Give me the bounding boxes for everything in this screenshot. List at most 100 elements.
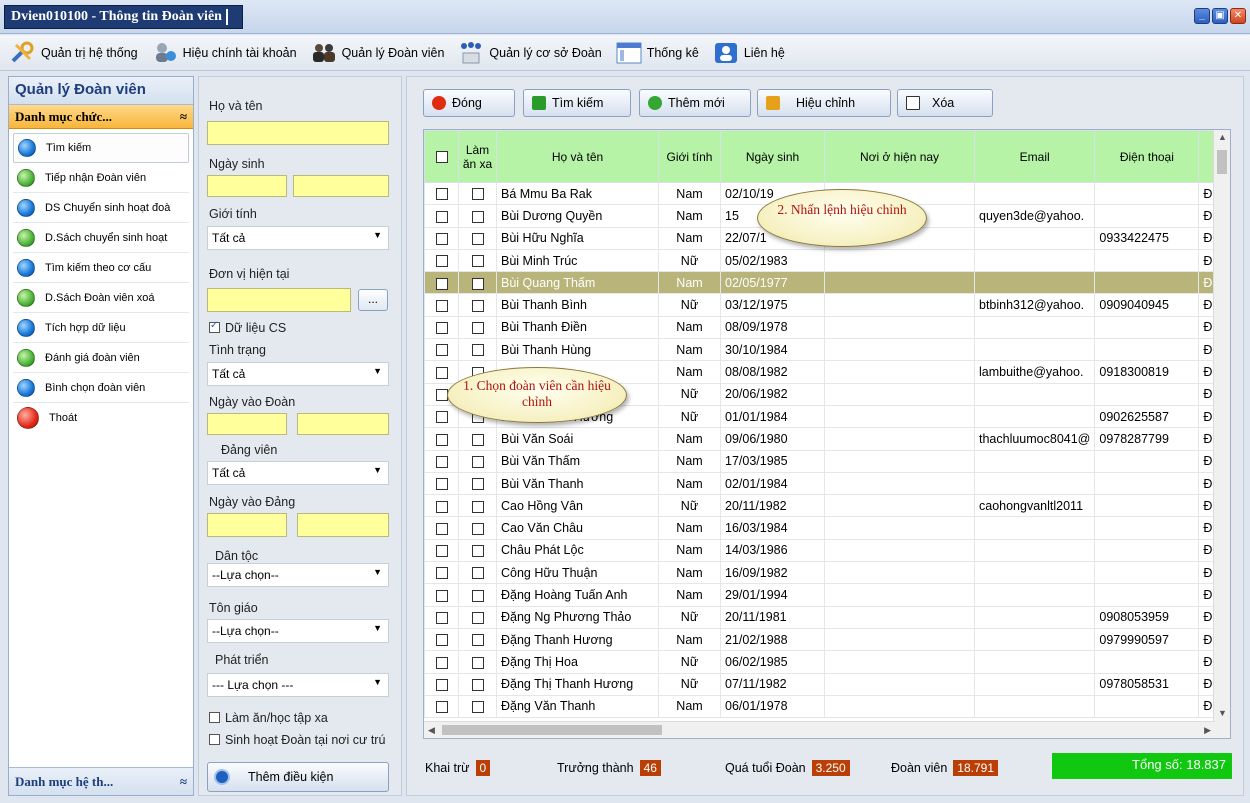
row-lam-an-xa-checkbox[interactable] <box>458 627 497 652</box>
horizontal-scrollbar[interactable]: ◀ ▶ <box>424 721 1215 738</box>
search-button[interactable]: Tìm kiếm <box>523 89 631 117</box>
ho-ten-input[interactable] <box>207 121 389 145</box>
table-row[interactable]: Bùi Thanh Hùng Nam 30/10/1984 Đ <box>424 338 1220 362</box>
row-select-checkbox[interactable] <box>424 516 459 540</box>
row-select-checkbox[interactable] <box>424 248 459 273</box>
table-row[interactable]: Bùi Văn Soái Nam 09/06/1980 thachluumoc8041… <box>424 427 1220 451</box>
row-select-checkbox[interactable] <box>424 538 459 563</box>
row-lam-an-xa-checkbox[interactable] <box>458 494 497 518</box>
row-lam-an-xa-checkbox[interactable] <box>458 583 497 607</box>
row-select-checkbox[interactable] <box>424 360 459 384</box>
menu-thong-ke[interactable]: Thống kê <box>616 41 699 65</box>
row-lam-an-xa-checkbox[interactable] <box>458 471 497 496</box>
maximize-button[interactable]: ▣ <box>1212 8 1228 24</box>
table-row[interactable]: Đặng Thanh Hương Nam 21/02/1988 0979990597 Đ <box>424 627 1220 652</box>
ngay-vao-doan-to-input[interactable] <box>297 413 389 435</box>
column-ngay-sinh[interactable]: Ngày sinh <box>720 130 825 183</box>
menu-quan-tri[interactable]: Quản trị hệ thống <box>10 41 138 65</box>
row-select-checkbox[interactable] <box>424 204 459 228</box>
table-row[interactable]: Cao Hồng Vân Nữ 20/11/1982 caohongvanltl201… <box>424 494 1220 518</box>
row-lam-an-xa-checkbox[interactable] <box>458 672 497 696</box>
lam-an-xa-checkbox[interactable]: Làm ăn/học tập xa <box>209 711 328 725</box>
row-lam-an-xa-checkbox[interactable] <box>458 204 497 228</box>
add-condition-button[interactable]: Thêm điều kiện <box>207 762 389 792</box>
don-vi-input[interactable] <box>207 288 351 312</box>
dang-vien-select[interactable]: Tất cả ▼ <box>207 461 389 485</box>
sidebar-item-danh-gia[interactable]: Đánh giá đoàn viên <box>13 343 189 373</box>
scroll-thumb[interactable] <box>442 725 662 735</box>
table-row[interactable]: Đặng Ng Phương Thảo Nữ 20/11/1981 090805395… <box>424 605 1220 629</box>
table-row[interactable]: Bùi Minh Trúc Nữ 05/02/1983 Đ <box>424 248 1220 273</box>
menu-quan-ly-doan-vien[interactable]: Quản lý Đoàn viên <box>311 41 444 65</box>
table-row[interactable]: Cao Văn Châu Nam 16/03/1984 Đ <box>424 516 1220 540</box>
row-lam-an-xa-checkbox[interactable] <box>458 650 497 674</box>
table-row[interactable]: Đặng Thị Hoa Nữ 06/02/1985 Đ <box>424 650 1220 674</box>
sidebar-item-ds-chuyen-sinh-hoat[interactable]: DS Chuyển sinh hoạt đoà <box>13 193 189 223</box>
row-lam-an-xa-checkbox[interactable] <box>458 561 497 585</box>
ngay-vao-dang-to-input[interactable] <box>297 513 389 537</box>
row-select-checkbox[interactable] <box>424 427 459 451</box>
table-row[interactable]: Đặng Văn Thanh Nam 06/01/1978 Đ <box>424 694 1220 719</box>
row-select-checkbox[interactable] <box>424 694 459 719</box>
row-lam-an-xa-checkbox[interactable] <box>458 449 497 473</box>
row-lam-an-xa-checkbox[interactable] <box>458 181 497 206</box>
sidebar-item-doan-vien-xoa[interactable]: D.Sách Đoàn viên xoá <box>13 283 189 313</box>
table-row[interactable]: Bùi Văn Thanh Nam 02/01/1984 Đ <box>424 471 1220 496</box>
row-select-checkbox[interactable] <box>424 293 459 317</box>
row-lam-an-xa-checkbox[interactable] <box>458 516 497 540</box>
ngay-vao-dang-from-input[interactable] <box>207 513 287 537</box>
row-select-checkbox[interactable] <box>424 672 459 696</box>
browse-don-vi-button[interactable]: ... <box>358 289 388 311</box>
sidebar-item-tiep-nhan[interactable]: Tiếp nhận Đoàn viên <box>13 163 189 193</box>
table-row[interactable]: Đặng Hoàng Tuấn Anh Nam 29/01/1994 Đ <box>424 583 1220 607</box>
select-all-checkbox[interactable] <box>424 130 459 183</box>
menu-lien-he[interactable]: Liên hệ <box>713 41 785 65</box>
table-row[interactable]: Đặng Thị Thanh Hương Nữ 07/11/1982 09780585… <box>424 672 1220 696</box>
row-lam-an-xa-checkbox[interactable] <box>458 271 497 295</box>
close-button[interactable]: Đóng <box>423 89 515 117</box>
dan-toc-select[interactable]: --Lựa chọn-- ▼ <box>207 563 389 587</box>
row-lam-an-xa-checkbox[interactable] <box>458 248 497 273</box>
menu-quan-ly-co-so[interactable]: Quản lý cơ sở Đoàn <box>458 41 602 65</box>
sidebar-item-binh-chon[interactable]: Bình chọn đoàn viên <box>13 373 189 403</box>
row-select-checkbox[interactable] <box>424 471 459 496</box>
row-lam-an-xa-checkbox[interactable] <box>458 538 497 563</box>
table-row[interactable]: Bùi Quang Thấm Nam 02/05/1977 Đ <box>424 271 1220 295</box>
row-select-checkbox[interactable] <box>424 449 459 473</box>
ngay-vao-doan-from-input[interactable] <box>207 413 287 435</box>
delete-button[interactable]: Xóa <box>897 89 993 117</box>
sidebar-item-dsach-chuyen-sinh-hoat[interactable]: D.Sách chuyển sinh hoạt <box>13 223 189 253</box>
row-select-checkbox[interactable] <box>424 226 459 250</box>
sidebar-group-header[interactable]: Danh mục chức... ≈ <box>9 105 193 129</box>
row-lam-an-xa-checkbox[interactable] <box>458 338 497 362</box>
row-select-checkbox[interactable] <box>424 627 459 652</box>
sidebar-item-tim-kiem[interactable]: Tìm kiếm <box>13 133 189 163</box>
sinh-hoat-noi-cu-tru-checkbox[interactable]: Sinh hoạt Đoàn tại nơi cư trú <box>209 733 385 747</box>
row-lam-an-xa-checkbox[interactable] <box>458 605 497 629</box>
phat-trien-select[interactable]: --- Lựa chọn --- ▼ <box>207 673 389 697</box>
column-lam-an-xa[interactable]: Làm ăn xa <box>458 130 497 183</box>
table-row[interactable]: Công Hữu Thuận Nam 16/09/1982 Đ <box>424 561 1220 585</box>
ton-giao-select[interactable]: --Lựa chọn-- ▼ <box>207 619 389 643</box>
row-select-checkbox[interactable] <box>424 338 459 362</box>
ngay-sinh-from-input[interactable] <box>207 175 287 197</box>
row-lam-an-xa-checkbox[interactable] <box>458 694 497 719</box>
row-select-checkbox[interactable] <box>424 583 459 607</box>
edit-button[interactable]: Hiệu chỉnh <box>757 89 891 117</box>
gioi-tinh-select[interactable]: Tất cả ▼ <box>207 226 389 250</box>
table-row[interactable]: Bùi Văn Thấm Nam 17/03/1985 Đ <box>424 449 1220 473</box>
row-select-checkbox[interactable] <box>424 271 459 295</box>
table-row[interactable]: Bùi Thanh Bình Nữ 03/12/1975 btbinh312@yaho… <box>424 293 1220 317</box>
row-select-checkbox[interactable] <box>424 404 459 429</box>
column-noi-o[interactable]: Nơi ở hiện nay <box>824 130 975 183</box>
row-select-checkbox[interactable] <box>424 561 459 585</box>
row-select-checkbox[interactable] <box>424 315 459 340</box>
column-gioi-tinh[interactable]: Giới tính <box>658 130 721 183</box>
row-select-checkbox[interactable] <box>424 605 459 629</box>
row-lam-an-xa-checkbox[interactable] <box>458 427 497 451</box>
vertical-scrollbar[interactable]: ▲ ▼ <box>1213 130 1230 738</box>
sidebar-footer[interactable]: Danh mục hệ th... ≈ <box>9 767 193 795</box>
add-new-button[interactable]: Thêm mới <box>639 89 751 117</box>
row-lam-an-xa-checkbox[interactable] <box>458 226 497 250</box>
tinh-trang-select[interactable]: Tất cả ▼ <box>207 362 389 386</box>
